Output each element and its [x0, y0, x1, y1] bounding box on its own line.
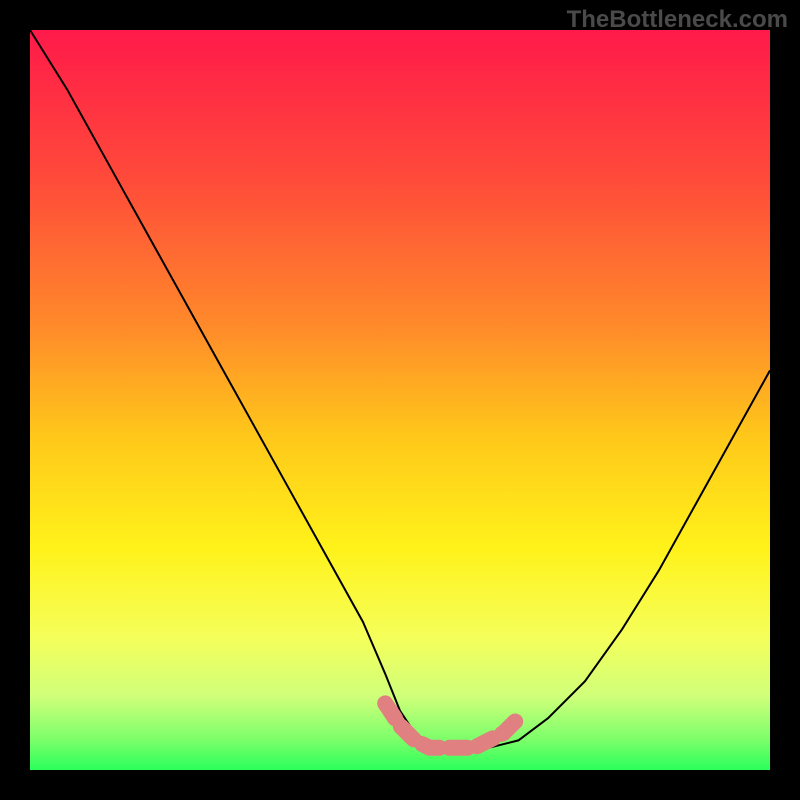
chart-container: TheBottleneck.com: [0, 0, 800, 800]
chart-svg: [30, 30, 770, 770]
gradient-background: [30, 30, 770, 770]
watermark-text: TheBottleneck.com: [567, 6, 788, 34]
plot-area: [30, 30, 770, 770]
